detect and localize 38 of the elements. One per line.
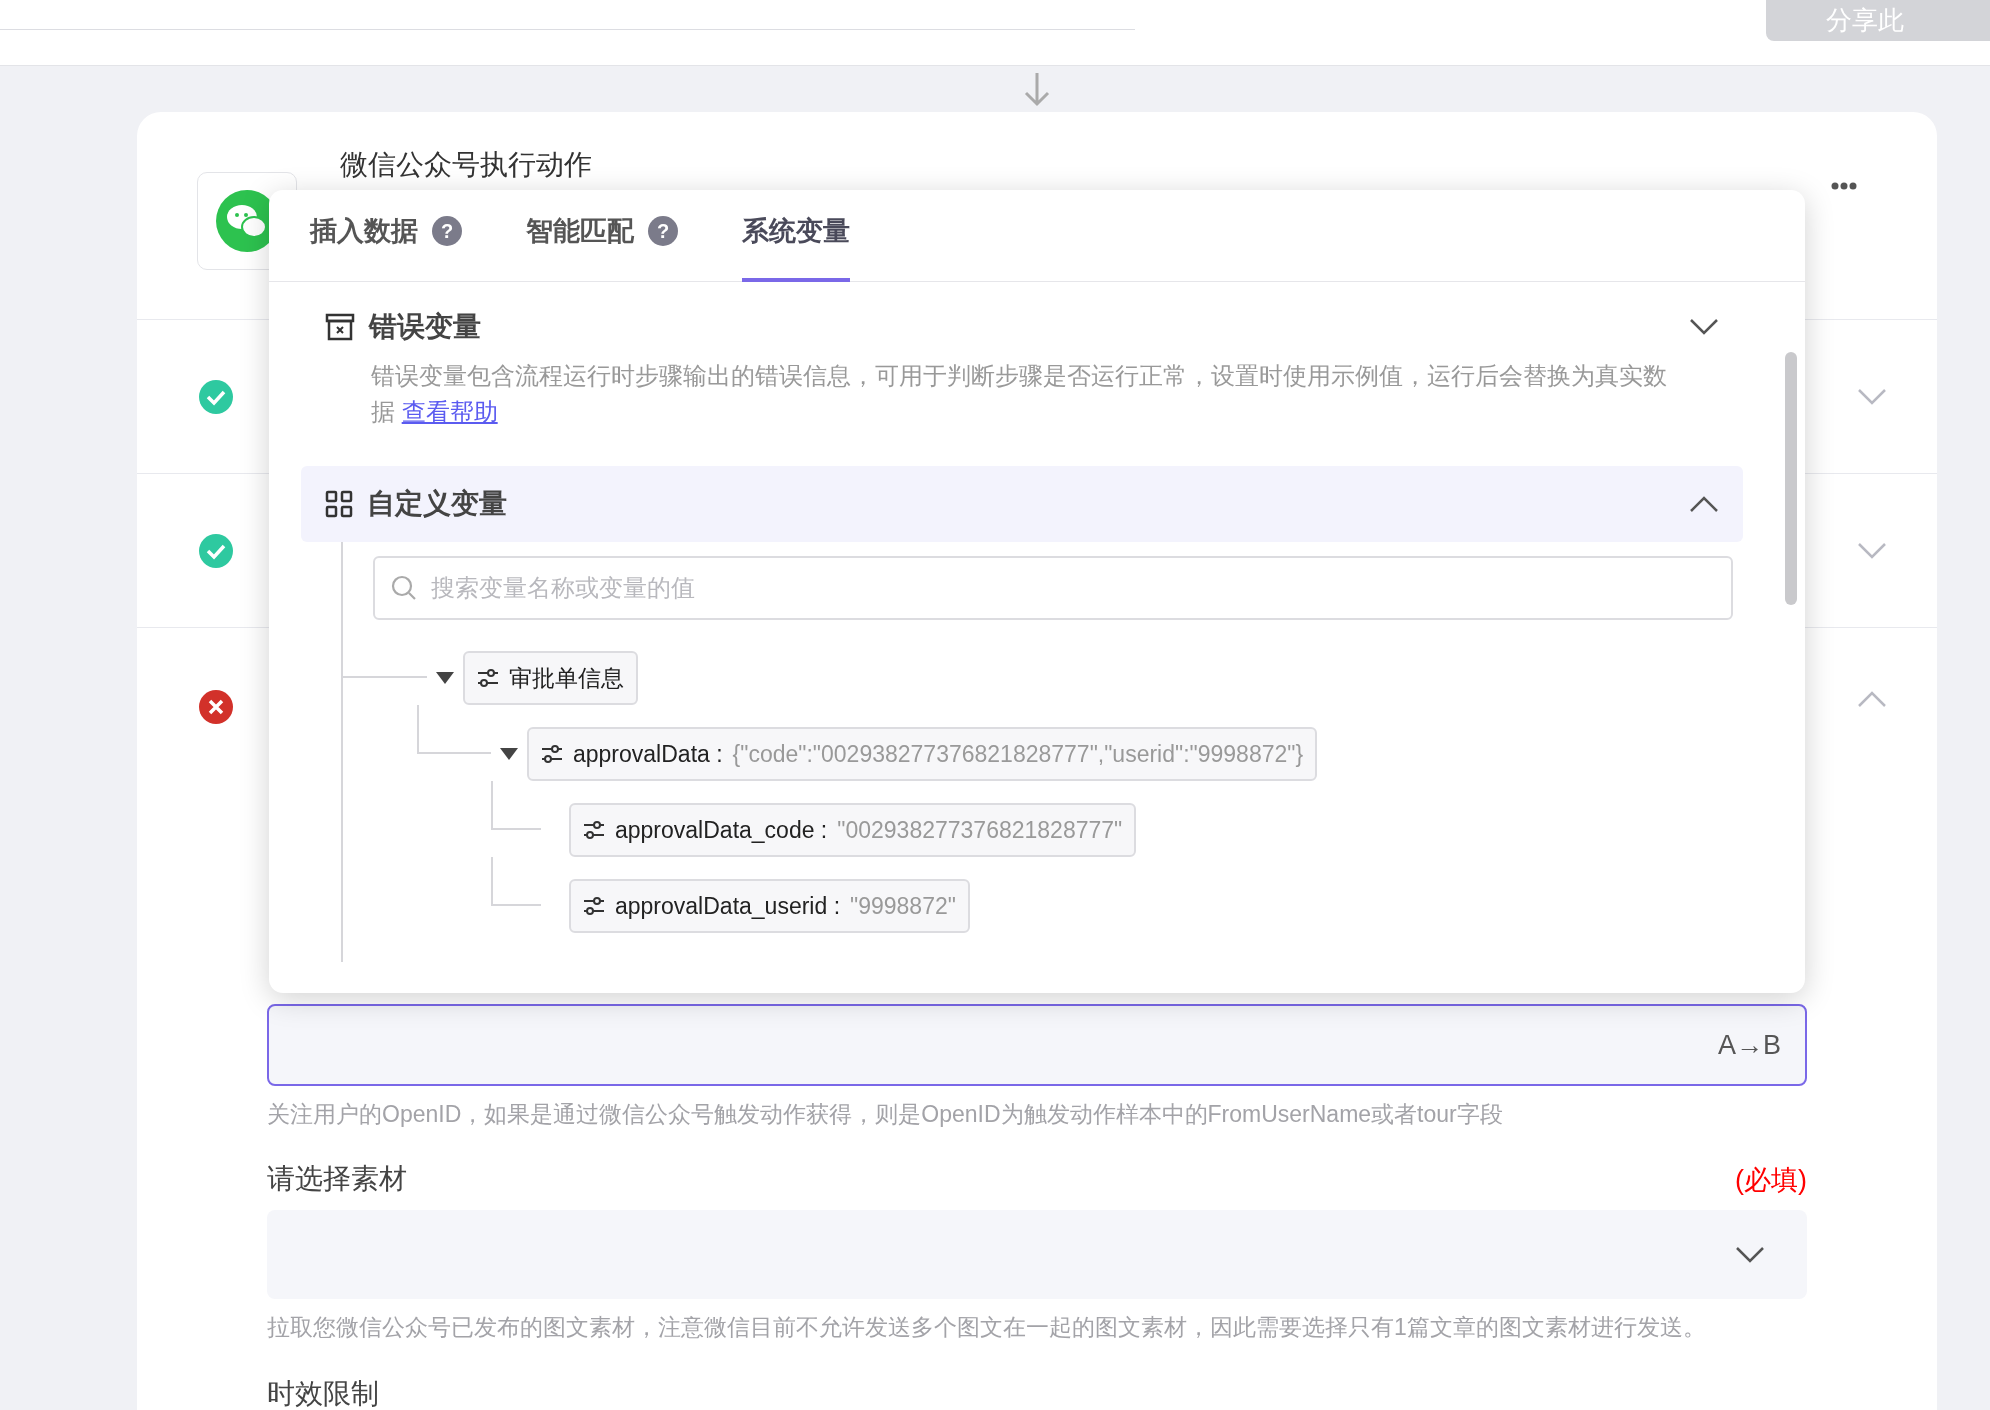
tree-connector <box>491 781 541 830</box>
chevron-up-icon[interactable] <box>1689 495 1719 513</box>
tab[interactable]: 插入数据 ? <box>310 190 462 282</box>
tree-connector <box>491 857 541 906</box>
scrollbar[interactable] <box>1785 352 1797 605</box>
variable-chip[interactable]: approvalData : {"code":"002938277376821828777","userid":"9998872"} <box>527 727 1318 781</box>
chevron-down-icon <box>1735 1245 1765 1264</box>
openid-field[interactable]: A→B <box>267 1004 1807 1086</box>
triangle-down-icon[interactable] <box>436 672 454 684</box>
variable-chip[interactable]: 审批单信息 <box>463 651 638 705</box>
sliders-icon <box>477 668 499 688</box>
field-hint: 拉取您微信公众号已发布的图文素材，注意微信目前不允许发送多个图文在一起的图文素材，因此需要选择只有1篇文章的图文素材进行发送。 <box>267 1313 1707 1342</box>
tab[interactable]: 系统变量 <box>742 190 850 282</box>
search-field[interactable]: 搜索变量名称或变量的值 <box>373 556 1733 620</box>
archive-box-icon <box>325 313 355 341</box>
section-description: 错误变量包含流程运行时步骤输出的错误信息，可用于判断步骤是否运行正常，设置时使用示例值，运行后会替换为真实数据 查看帮助 <box>370 361 1668 427</box>
chevron-down-icon[interactable] <box>1689 318 1719 336</box>
help-link[interactable]: 查看帮助 <box>401 398 498 425</box>
step-title: 微信公众号执行动作 <box>340 148 592 182</box>
grid-icon <box>325 490 353 518</box>
sliders-icon <box>583 820 605 840</box>
variable-chip[interactable]: approvalData_code : "002938277376821828777" <box>569 803 1137 857</box>
section-title: 错误变量 <box>369 310 481 344</box>
field-hint: 关注用户的OpenID，如果是通过微信公众号触发动作获得，则是OpenID为触发动作样本中的FromUserName或者tour字段 <box>267 1100 1504 1129</box>
arrow-down-icon <box>1022 71 1052 107</box>
field-label: 请选择素材 <box>267 1162 407 1196</box>
required-mark: (必填) <box>1735 1163 1807 1197</box>
triangle-down-icon[interactable] <box>500 748 518 760</box>
help-icon: ? <box>432 216 462 246</box>
section-title: 自定义变量 <box>367 487 507 521</box>
variable-chip[interactable]: approvalData_userid : "9998872" <box>569 879 970 933</box>
tab[interactable]: 智能匹配 ? <box>526 190 678 282</box>
sliders-icon <box>583 896 605 916</box>
help-icon: ? <box>648 216 678 246</box>
sliders-icon <box>541 744 563 764</box>
mapping-button[interactable]: A→B <box>1711 1023 1787 1067</box>
field-label: 时效限制 <box>267 1377 380 1410</box>
more-icon[interactable] <box>1831 182 1857 190</box>
